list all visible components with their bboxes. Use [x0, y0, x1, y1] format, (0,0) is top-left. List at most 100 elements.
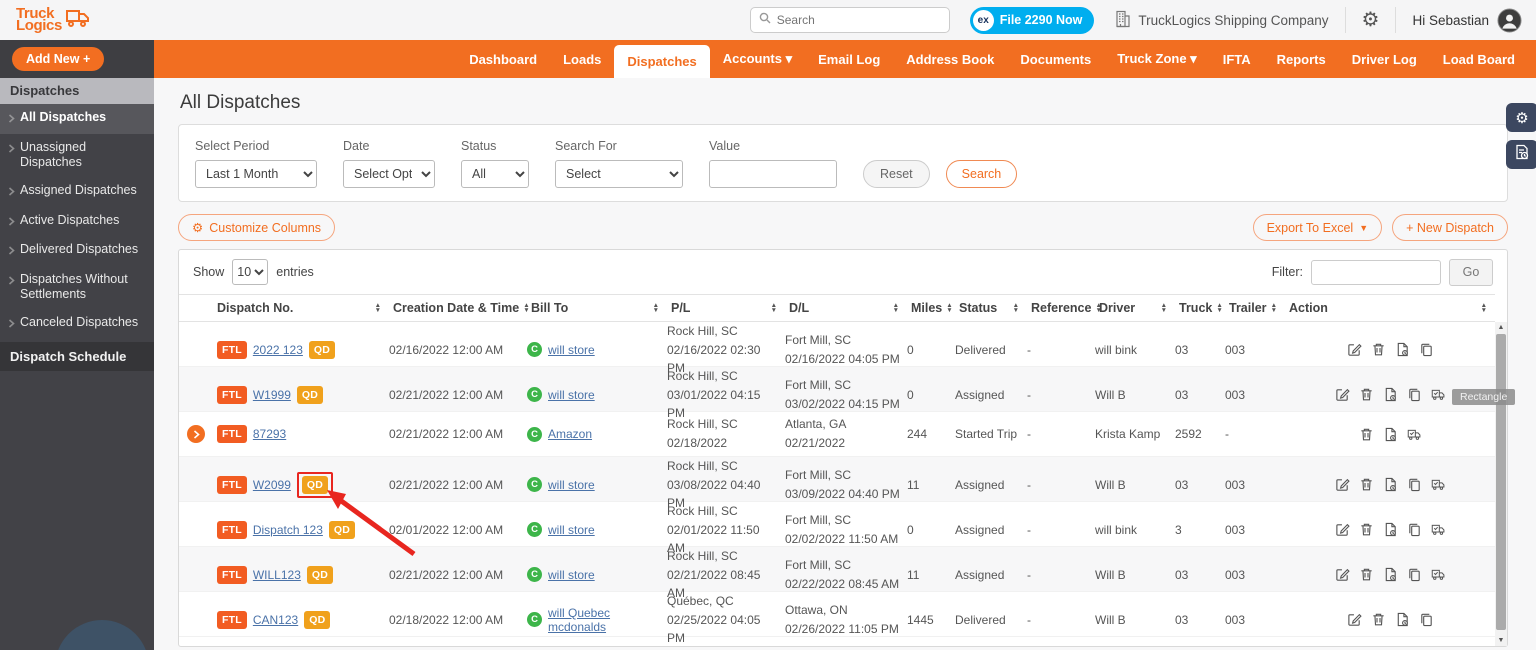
copy-icon[interactable]: [1407, 387, 1422, 402]
copy-icon[interactable]: [1407, 477, 1422, 492]
document-icon[interactable]: [1383, 522, 1398, 537]
nav-item-truck-zone[interactable]: Truck Zone ▾: [1104, 40, 1210, 78]
qd-badge[interactable]: QD: [308, 340, 336, 359]
document-icon[interactable]: [1383, 387, 1398, 402]
copy-icon[interactable]: [1407, 522, 1422, 537]
sort-icon[interactable]: ▲ ▼: [1013, 302, 1019, 314]
delete-icon[interactable]: [1371, 342, 1386, 357]
table-scrollbar[interactable]: ▲ ▼: [1495, 322, 1507, 646]
edit-icon[interactable]: [1335, 522, 1350, 537]
dispatch-number-link[interactable]: WILL123: [253, 568, 301, 582]
column-header-status[interactable]: Status ▲ ▼: [955, 301, 1027, 315]
edit-icon[interactable]: [1347, 342, 1362, 357]
nav-item-dashboard[interactable]: Dashboard: [456, 40, 550, 78]
edit-icon[interactable]: [1335, 567, 1350, 582]
truck-icon[interactable]: [1431, 387, 1446, 402]
bill-to-link[interactable]: will store: [548, 388, 595, 402]
copy-icon[interactable]: [1419, 342, 1434, 357]
dispatch-number-link[interactable]: Dispatch 123: [253, 523, 323, 537]
sidebar-item-canceled-dispatches[interactable]: Canceled Dispatches: [0, 309, 154, 339]
sidebar-item-assigned-dispatches[interactable]: Assigned Dispatches: [0, 177, 154, 207]
column-header-d-l[interactable]: D/L ▲ ▼: [785, 301, 907, 315]
date-dropdown[interactable]: Select Option: [343, 159, 435, 188]
qd-badge[interactable]: QD: [296, 385, 324, 404]
table-filter-input[interactable]: [1311, 259, 1441, 285]
nav-item-documents[interactable]: Documents: [1007, 40, 1104, 78]
sidebar-item-dispatch-schedule[interactable]: Dispatch Schedule: [0, 341, 154, 371]
nav-item-accounts[interactable]: Accounts ▾: [710, 40, 805, 78]
qd-badge[interactable]: QD: [301, 475, 329, 494]
side-gear-button[interactable]: ⚙: [1506, 103, 1536, 132]
column-header-p-l[interactable]: P/L ▲ ▼: [667, 301, 785, 315]
status-dropdown[interactable]: All: [461, 159, 529, 188]
select-period-dropdown[interactable]: Last 1 Month: [195, 159, 317, 188]
document-icon[interactable]: [1395, 612, 1410, 627]
value-input[interactable]: [709, 159, 837, 188]
add-new-button[interactable]: Add New +: [12, 47, 105, 71]
column-header-truck[interactable]: Truck ▲ ▼: [1175, 301, 1225, 315]
go-button[interactable]: Go: [1449, 258, 1493, 286]
dispatch-number-link[interactable]: 87293: [253, 427, 286, 441]
delete-icon[interactable]: [1359, 522, 1374, 537]
sort-icon[interactable]: ▲ ▼: [771, 302, 777, 314]
user-avatar-icon[interactable]: [1497, 7, 1522, 33]
column-header-creation-date-time[interactable]: Creation Date & Time ▲ ▼: [389, 301, 530, 315]
column-header-reference[interactable]: Reference ▲ ▼: [1027, 301, 1102, 315]
truck-icon[interactable]: [1431, 567, 1446, 582]
settings-gear-icon[interactable]: ⚙: [1362, 10, 1380, 30]
copy-icon[interactable]: [1419, 612, 1434, 627]
delete-icon[interactable]: [1359, 567, 1374, 582]
dispatch-number-link[interactable]: W2099: [253, 478, 291, 492]
dispatch-number-link[interactable]: CAN123: [253, 613, 298, 627]
nav-item-address-book[interactable]: Address Book: [893, 40, 1007, 78]
sidebar-item-dispatches-without-settlements[interactable]: Dispatches Without Settlements: [0, 266, 154, 309]
qd-badge[interactable]: QD: [304, 610, 331, 629]
chat-bubble-button[interactable]: [55, 620, 149, 650]
sort-icon[interactable]: ▲ ▼: [1481, 302, 1487, 314]
column-header-driver[interactable]: Driver ▲ ▼: [1095, 301, 1175, 315]
nav-item-dispatches[interactable]: Dispatches: [614, 45, 710, 78]
qd-badge[interactable]: QD: [328, 520, 356, 539]
copy-icon[interactable]: [1407, 567, 1422, 582]
delete-icon[interactable]: [1371, 612, 1386, 627]
truck-icon[interactable]: [1431, 522, 1446, 537]
nav-item-load-board[interactable]: Load Board: [1430, 40, 1528, 78]
truck-icon[interactable]: [1431, 477, 1446, 492]
sort-icon[interactable]: ▲ ▼: [1161, 302, 1167, 314]
column-header-trailer[interactable]: Trailer ▲ ▼: [1225, 301, 1285, 315]
sort-icon[interactable]: ▲ ▼: [1216, 302, 1222, 314]
trucklogics-logo[interactable]: Truck Logics: [16, 6, 94, 35]
dispatch-number-link[interactable]: W1999: [253, 388, 291, 402]
search-input[interactable]: [776, 13, 941, 27]
bill-to-link[interactable]: will store: [548, 523, 595, 537]
bill-to-link[interactable]: will store: [548, 343, 595, 357]
sidebar-item-unassigned-dispatches[interactable]: Unassigned Dispatches: [0, 134, 154, 177]
sort-icon[interactable]: ▲ ▼: [946, 302, 952, 314]
side-report-log-button[interactable]: [1506, 140, 1536, 169]
delete-icon[interactable]: [1359, 477, 1374, 492]
nav-item-ifta[interactable]: IFTA: [1210, 40, 1264, 78]
sidebar-item-all-dispatches[interactable]: All Dispatches: [0, 104, 154, 134]
bill-to-link[interactable]: will Quebec mcdonalds: [548, 606, 663, 634]
bill-to-link[interactable]: will store: [548, 478, 595, 492]
search-button[interactable]: Search: [945, 159, 1018, 188]
sidebar-item-delivered-dispatches[interactable]: Delivered Dispatches: [0, 236, 154, 266]
scroll-down-icon[interactable]: ▼: [1495, 637, 1507, 644]
sort-icon[interactable]: ▲ ▼: [893, 302, 899, 314]
sort-icon[interactable]: ▲ ▼: [375, 302, 381, 314]
document-icon[interactable]: [1383, 567, 1398, 582]
expand-row-button[interactable]: [187, 425, 205, 443]
column-header-bill-to[interactable]: Bill To ▲ ▼: [527, 301, 667, 315]
edit-icon[interactable]: [1347, 612, 1362, 627]
scrollbar-thumb[interactable]: [1496, 334, 1506, 630]
column-header-action[interactable]: Action ▲ ▼: [1285, 301, 1495, 315]
bill-to-link[interactable]: Amazon: [548, 427, 592, 441]
export-to-excel-button[interactable]: Export To Excel ▼: [1252, 214, 1383, 241]
qd-badge[interactable]: QD: [306, 565, 334, 584]
new-dispatch-button[interactable]: + New Dispatch: [1392, 214, 1508, 241]
sort-icon[interactable]: ▲ ▼: [1271, 302, 1277, 314]
sort-icon[interactable]: ▲ ▼: [653, 302, 659, 314]
nav-item-driver-log[interactable]: Driver Log: [1339, 40, 1430, 78]
truck-icon[interactable]: [1407, 427, 1422, 442]
bill-to-link[interactable]: will store: [548, 568, 595, 582]
